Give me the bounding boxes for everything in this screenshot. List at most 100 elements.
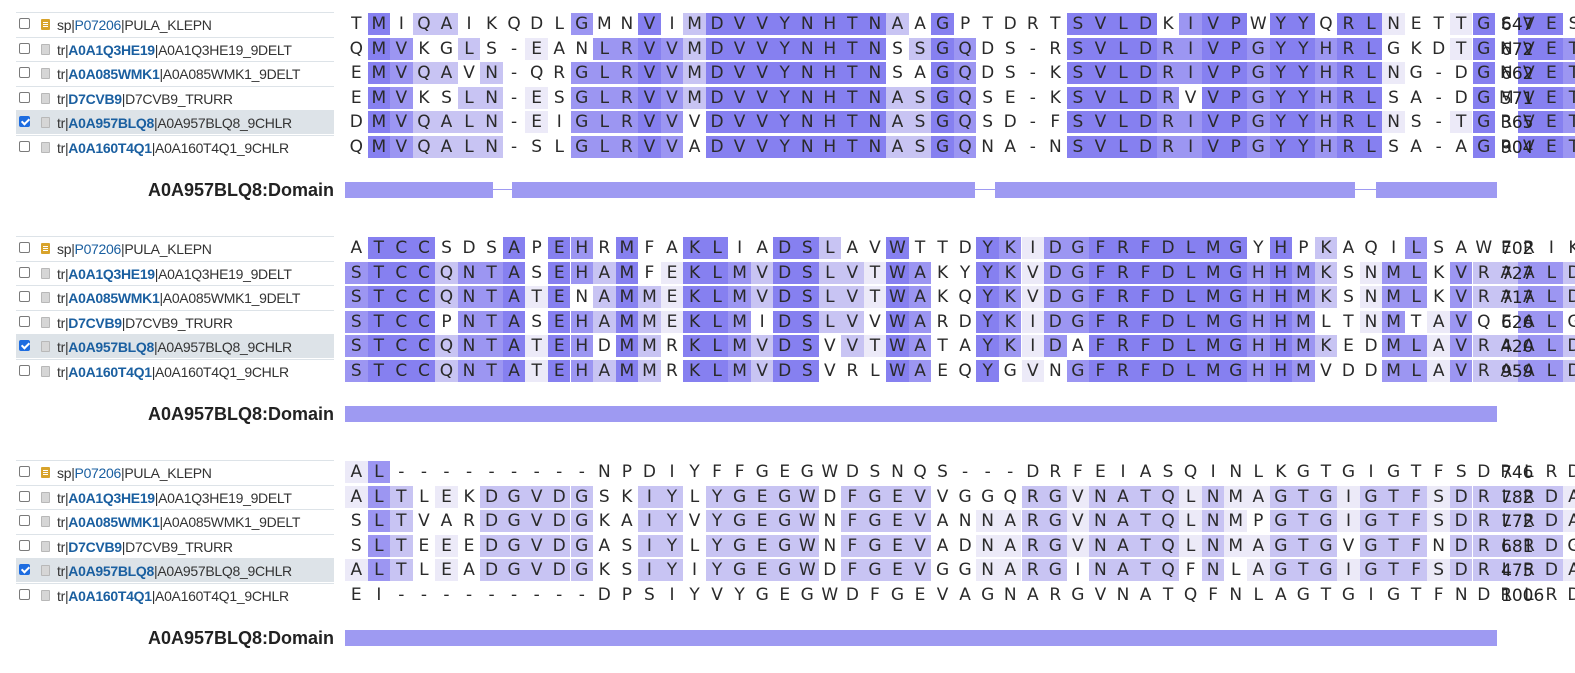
residue: S [1066, 111, 1090, 133]
residue: V [1089, 62, 1112, 84]
domain-segment[interactable] [345, 182, 494, 198]
accession-link[interactable]: A0A160T4Q1 [68, 588, 152, 604]
residue: D [1567, 584, 1575, 605]
residue: T [480, 335, 503, 357]
residue: V [638, 62, 661, 84]
accession-link[interactable]: A0A957BLQ8 [68, 115, 154, 131]
domain-segment[interactable] [1376, 182, 1497, 198]
residue: D [642, 462, 656, 482]
checkbox-icon[interactable] [19, 116, 30, 127]
residue: A [502, 359, 526, 382]
domain-segment[interactable] [512, 182, 976, 198]
checkbox-icon[interactable] [19, 539, 30, 551]
accession-link[interactable]: P07206 [75, 465, 122, 481]
sequence-row: sp|P07206|PULA_KLEPN A L - - - - - - - - - N P D I Y F F G E… [0, 460, 1575, 484]
residue: H [1247, 261, 1270, 284]
accession-link[interactable]: A0A1Q3HE19 [68, 266, 155, 282]
checkbox-icon[interactable] [19, 42, 30, 54]
db-prefix: tr [57, 90, 65, 107]
residue: Y [1269, 135, 1293, 158]
residue: - [511, 136, 518, 157]
checkbox-icon[interactable] [19, 242, 30, 253]
domain-segment[interactable] [345, 406, 1497, 422]
residue: L [705, 261, 729, 284]
residue: F [870, 584, 880, 605]
checkbox-icon[interactable] [19, 315, 30, 327]
domain-segment[interactable] [994, 182, 1356, 198]
accession-link[interactable]: A0A085WMK1 [68, 66, 159, 82]
residue: A [350, 238, 363, 258]
checkbox-icon[interactable] [19, 564, 30, 575]
checkbox-icon[interactable] [19, 291, 30, 302]
residue: G [1296, 462, 1310, 482]
accession-link[interactable]: P07206 [75, 17, 122, 33]
accession-link[interactable]: A0A085WMK1 [68, 514, 159, 530]
residue: Y [660, 485, 684, 508]
checkbox-icon[interactable] [19, 588, 30, 600]
residue: L [1179, 485, 1202, 508]
checkbox-icon[interactable] [19, 18, 30, 29]
accession-link[interactable]: A0A1Q3HE19 [68, 42, 155, 58]
accession-link[interactable]: A0A1Q3HE19 [68, 490, 155, 506]
checkbox-icon[interactable] [19, 91, 30, 103]
residue: N [1201, 534, 1225, 557]
residue: T [1320, 462, 1332, 482]
residue: H [1314, 111, 1338, 133]
residue: G [1247, 37, 1270, 60]
residue: T [1134, 485, 1157, 508]
residue: S [1004, 63, 1016, 83]
checkbox-icon[interactable] [19, 266, 30, 278]
checkbox-icon[interactable] [19, 515, 30, 526]
accession-link[interactable]: A0A160T4Q1 [68, 364, 152, 380]
checkbox-icon[interactable] [19, 140, 30, 152]
residue: - [511, 63, 518, 83]
accession-link[interactable]: A0A160T4Q1 [68, 140, 152, 156]
residue: - [1029, 38, 1036, 59]
accession-link[interactable]: A0A957BLQ8 [68, 339, 154, 355]
residue: G [931, 135, 954, 158]
residue: D [1540, 559, 1563, 581]
residue: G [1269, 485, 1293, 508]
residue: L [818, 286, 842, 308]
accession-link[interactable]: P07206 [75, 241, 122, 257]
residue: V [1094, 584, 1107, 605]
residue: V [908, 485, 932, 508]
checkbox-icon[interactable] [19, 364, 30, 376]
checkbox-icon[interactable] [19, 67, 30, 78]
residue: A [886, 86, 909, 109]
residue: A [908, 359, 932, 382]
residue: P [959, 14, 971, 34]
residue: M [1224, 510, 1247, 532]
sequence-row: tr|A0A1Q3HE19|A0A1Q3HE19_9DELT Q M V K G L S - E A… [0, 36, 1575, 61]
accession-link[interactable]: A0A957BLQ8 [68, 563, 154, 579]
accession-link[interactable]: D7CVB9 [68, 539, 122, 555]
domain-row: A0A957BLQ8:Domain [0, 626, 1575, 650]
checkbox-icon[interactable] [19, 490, 30, 502]
sequence-label: tr|A0A160T4Q1|A0A160T4Q1_9CHLR [16, 358, 334, 383]
residue: - [488, 462, 495, 482]
residue: L [367, 510, 391, 532]
residue: I [1179, 111, 1202, 133]
domain-segment[interactable] [345, 630, 1497, 646]
residue: S [345, 261, 368, 284]
residue: Y [976, 359, 999, 382]
accession-link[interactable]: D7CVB9 [68, 315, 122, 331]
checkbox-icon[interactable] [19, 340, 30, 351]
entry-name: PULA_KLEPN [124, 17, 212, 33]
residue: H [1269, 335, 1293, 357]
accession-link[interactable]: D7CVB9 [68, 91, 122, 107]
domain-row: A0A957BLQ8:Domain [0, 402, 1575, 426]
unreviewed-doc-icon [41, 117, 50, 128]
accession-link[interactable]: A0A085WMK1 [68, 290, 159, 306]
residue: Q [958, 287, 972, 307]
residue: M [367, 135, 391, 158]
checkbox-icon[interactable] [19, 466, 30, 477]
residue: Y [689, 462, 700, 482]
residue: V [1066, 534, 1090, 557]
residue: H [818, 62, 842, 84]
residue: P [1253, 511, 1264, 531]
residue: A [1072, 336, 1084, 356]
residue: R [1472, 359, 1496, 382]
residue: V [638, 37, 661, 60]
sequence-row: tr|A0A957BLQ8|A0A957BLQ8_9CHLR D M V Q A L N - E I… [0, 110, 1575, 134]
